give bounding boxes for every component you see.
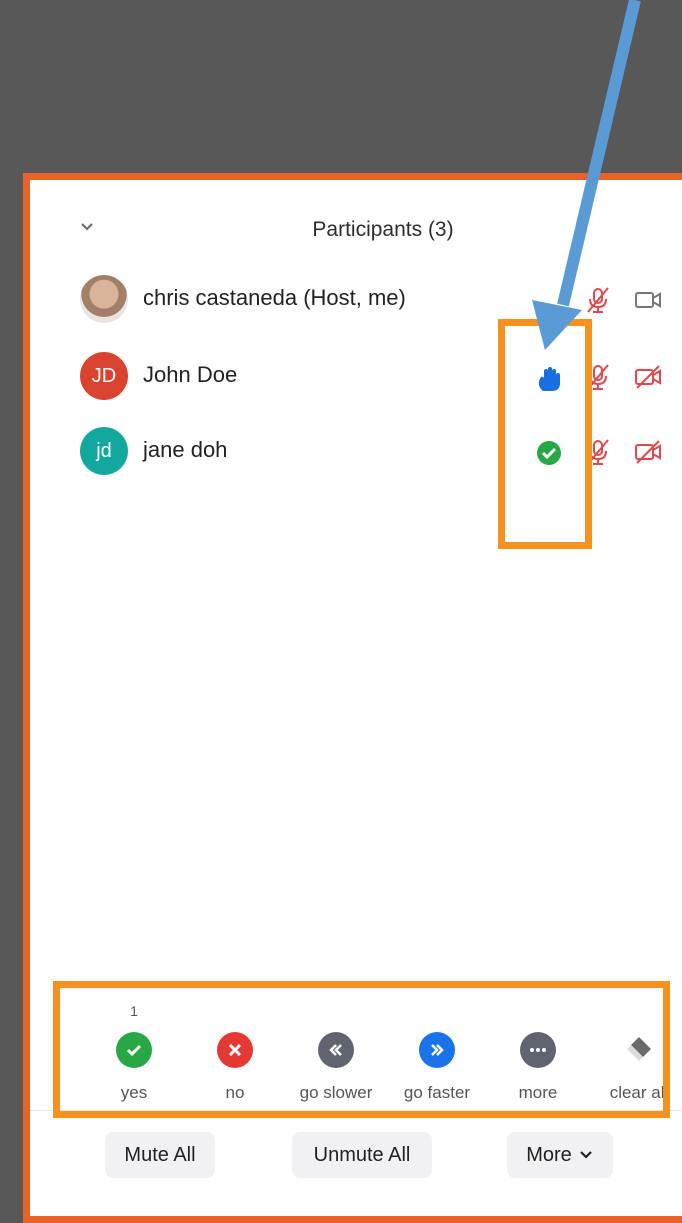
- arrow-annotation: [532, 0, 641, 350]
